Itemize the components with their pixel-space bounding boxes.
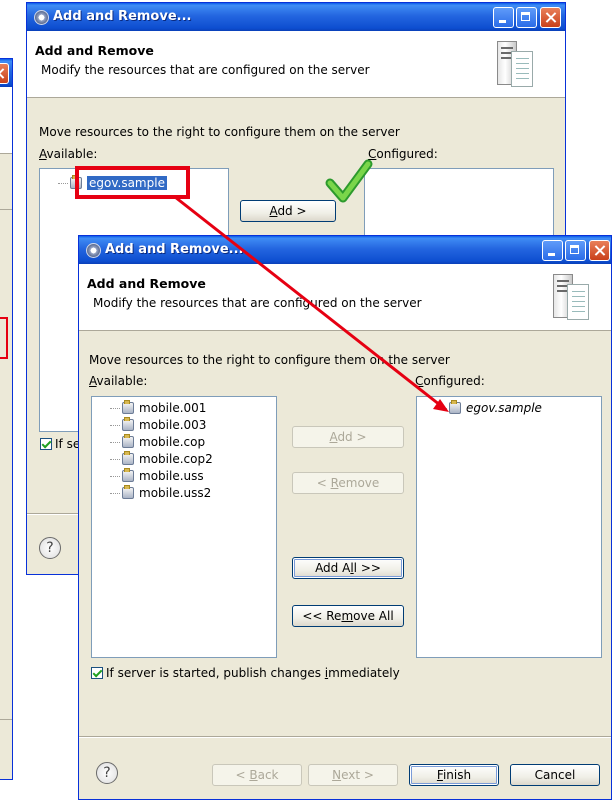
item-label: mobile.cop2 [139,452,213,466]
project-icon [449,400,461,414]
configured-list[interactable]: egov.sample [416,396,602,658]
publish-checkbox-label: If se [55,437,81,451]
minimize-icon[interactable] [493,7,514,28]
project-icon [122,485,134,499]
project-icon [70,175,82,189]
publish-checkbox-label: If server is started, publish changes im… [106,666,400,680]
maximize-icon[interactable] [565,240,586,261]
close-icon[interactable] [589,240,610,261]
available-list[interactable]: mobile.001 mobile.003 mobile.cop mobile.… [91,396,277,658]
project-icon [122,468,134,482]
header-title: Add and Remove [87,276,206,291]
header-title: Add and Remove [35,43,154,58]
server-wizard-icon [497,41,533,87]
item-label: mobile.uss2 [139,486,212,500]
add-button[interactable]: Add > [240,200,336,222]
add-button[interactable]: Add > [292,426,404,448]
project-icon [122,400,134,414]
help-icon[interactable]: ? [39,537,61,559]
window-title: Add and Remove... [53,9,192,24]
close-icon[interactable] [0,63,9,84]
configured-label: Configured: [368,147,438,161]
remove-all-button[interactable]: << Remove All [292,605,404,627]
header-panel: Add and Remove Modify the resources that… [27,31,565,98]
window-title: Add and Remove... [105,242,244,257]
item-label: mobile.001 [139,401,207,415]
maximize-icon[interactable] [516,7,537,28]
instruction-text: Move resources to the right to configure… [89,353,450,367]
divider [0,209,12,210]
item-label: egov.sample [466,401,542,415]
item-label: mobile.uss [139,469,204,483]
background-dialog-left [0,58,13,780]
title-bar [0,59,12,87]
highlight-box [0,317,8,359]
project-icon [122,417,134,431]
server-icon [86,243,101,258]
remove-button[interactable]: < Remove [292,472,404,494]
cancel-button[interactable]: Cancel [510,764,600,786]
project-icon [122,451,134,465]
publish-checkbox[interactable] [40,438,52,450]
instruction-text: Move resources to the right to configure… [39,125,400,139]
divider [0,719,12,720]
header-panel [0,87,12,154]
add-remove-dialog-front: Add and Remove... Add and Remove Modify … [78,235,612,800]
available-label: Available: [89,374,148,388]
add-all-button[interactable]: Add All >> [292,557,404,579]
help-icon[interactable]: ? [96,762,118,784]
close-icon[interactable] [540,7,561,28]
header-panel: Add and Remove Modify the resources that… [79,264,611,331]
title-bar: Add and Remove... [27,3,565,31]
project-icon [122,434,134,448]
header-description: Modify the resources that are configured… [41,63,370,77]
title-bar: Add and Remove... [79,236,611,264]
server-wizard-icon [553,274,589,320]
minimize-icon[interactable] [542,240,563,261]
item-label: egov.sample [87,176,167,190]
next-button[interactable]: Next > [308,764,398,786]
available-label: Available: [39,147,98,161]
server-icon [34,10,49,25]
publish-checkbox[interactable] [91,667,103,679]
header-description: Modify the resources that are configured… [93,296,422,310]
divider [79,736,611,738]
back-button[interactable]: < Back [212,764,302,786]
finish-button[interactable]: Finish [409,764,499,786]
item-label: mobile.cop [139,435,206,449]
configured-label: Configured: [415,374,485,388]
item-label: mobile.003 [139,418,207,432]
